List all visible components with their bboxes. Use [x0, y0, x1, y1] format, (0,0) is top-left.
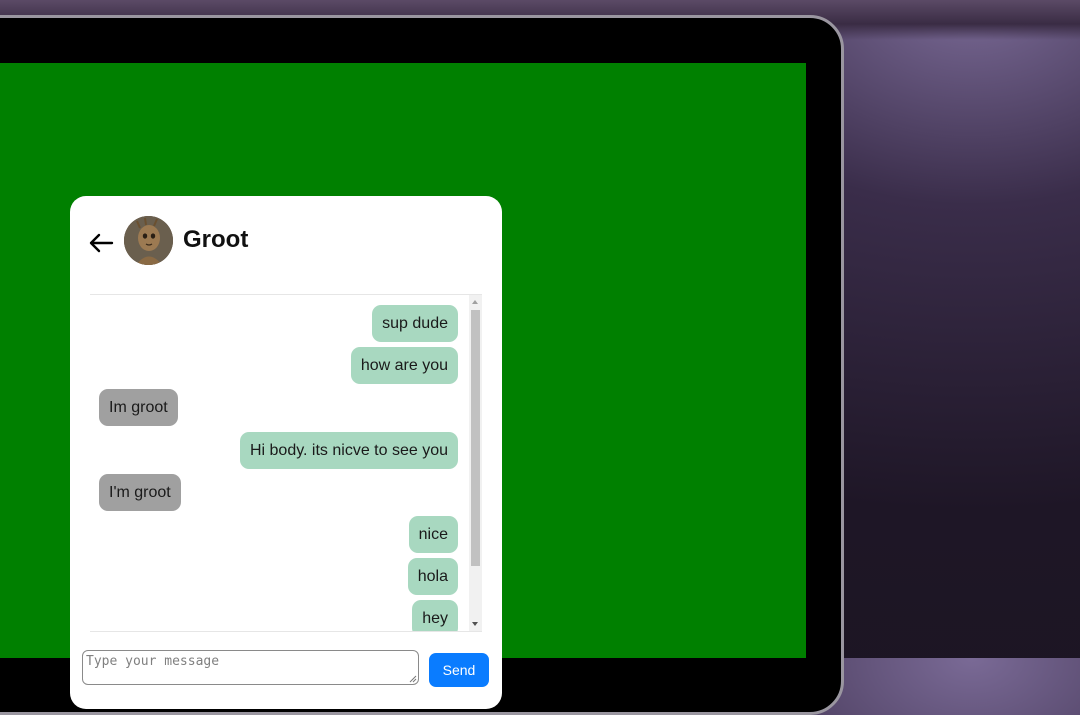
- message-bubble-received: I'm groot: [99, 474, 181, 511]
- message-list-scrollbar[interactable]: [469, 295, 482, 631]
- resize-grip-icon[interactable]: [409, 675, 417, 683]
- message-bubble-sent: Hi body. its nicve to see you: [239, 432, 458, 469]
- scroll-up-arrow-icon[interactable]: [472, 300, 478, 304]
- avatar: [124, 216, 173, 265]
- message-bubble-sent: hola: [407, 558, 458, 595]
- chat-header: Groot: [70, 196, 502, 286]
- chat-window: Groot sup dude how are you Im groot Hi b…: [70, 196, 502, 709]
- message-bubble-sent: sup dude: [372, 305, 458, 342]
- message-bubble-sent: how are you: [350, 347, 458, 384]
- message-bubble-sent: hey: [412, 600, 458, 631]
- message-bubble-sent: nice: [408, 516, 458, 553]
- message-input[interactable]: [82, 650, 419, 685]
- contact-name: Groot: [183, 226, 249, 253]
- scroll-down-arrow-icon[interactable]: [472, 622, 478, 626]
- back-arrow-icon[interactable]: [88, 232, 114, 254]
- message-composer: Send: [70, 642, 502, 702]
- app-screen: Groot sup dude how are you Im groot Hi b…: [0, 63, 806, 709]
- send-button[interactable]: Send: [429, 653, 489, 687]
- message-bubble-received: Im groot: [99, 389, 178, 426]
- message-list[interactable]: sup dude how are you Im groot Hi body. i…: [90, 294, 482, 632]
- scrollbar-thumb[interactable]: [471, 310, 480, 566]
